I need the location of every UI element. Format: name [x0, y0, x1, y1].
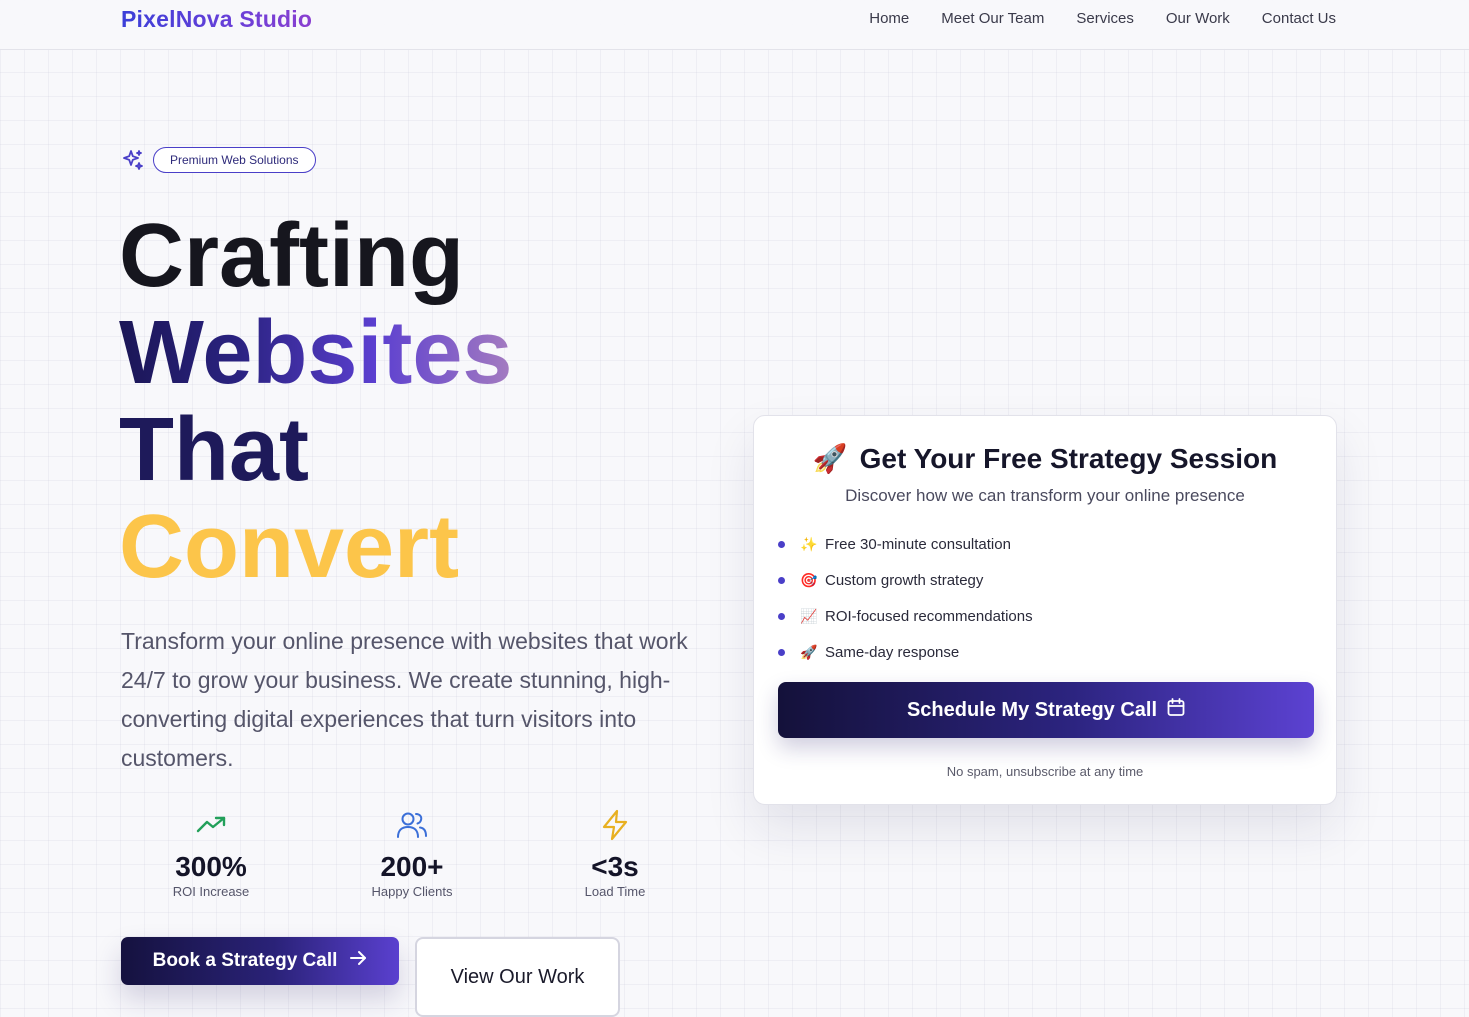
card-title-text: Get Your Free Strategy Session — [859, 442, 1278, 474]
headline-line-4: Convert — [119, 497, 460, 597]
stat-label: ROI Increase — [172, 884, 250, 899]
sparkles-icon: ✨ — [800, 535, 818, 552]
stat-value: 200+ — [380, 851, 444, 882]
sparkle-icon — [121, 148, 145, 172]
nav-contact-us[interactable]: Contact Us — [1262, 10, 1336, 28]
hero-stats: 300% ROI Increase 200+ Happy Clients <3s… — [121, 808, 681, 908]
lightning-icon — [525, 808, 705, 842]
list-item: 🚀 Same-day response — [778, 634, 1033, 670]
button-label: Book a Strategy Call — [152, 950, 338, 971]
view-our-work-button[interactable]: View Our Work — [415, 937, 620, 1017]
card-title: 🚀 Get Your Free Strategy Session — [754, 442, 1336, 475]
target-icon: 🎯 — [800, 571, 818, 588]
card-subtitle: Discover how we can transform your onlin… — [845, 486, 1245, 505]
trending-up-icon — [121, 808, 301, 842]
bullet-dot — [778, 648, 785, 656]
hero-badge-row: Premium Web Solutions — [121, 147, 316, 173]
button-label: Schedule My Strategy Call — [906, 698, 1158, 721]
no-spam-note: No spam, unsubscribe at any time — [946, 764, 1144, 779]
nav-home[interactable]: Home — [869, 10, 909, 28]
feature-text: Same-day response — [825, 643, 960, 661]
list-item: 🎯 Custom growth strategy — [778, 562, 1033, 598]
strategy-session-card: 🚀 Get Your Free Strategy Session Discove… — [753, 415, 1337, 805]
nav-services[interactable]: Services — [1076, 10, 1134, 28]
rocket-icon: 🚀 — [800, 643, 818, 660]
hero-headline: Crafting Websites That Convert — [119, 208, 513, 596]
chart-up-icon: 📈 — [800, 607, 818, 624]
list-item: 📈 ROI-focused recommendations — [778, 598, 1033, 634]
rocket-icon: 🚀 — [812, 443, 848, 474]
stat-value: 300% — [175, 851, 247, 882]
arrow-right-icon — [349, 950, 367, 972]
stat-roi: 300% ROI Increase — [121, 808, 301, 899]
headline-line-1: Crafting — [119, 206, 464, 306]
hero-subcopy: Transform your online presence with webs… — [121, 628, 688, 771]
stat-clients: 200+ Happy Clients — [322, 808, 502, 899]
headline-line-3: That — [119, 400, 309, 500]
stat-load-time: <3s Load Time — [525, 808, 705, 899]
main-nav: Home Meet Our Team Services Our Work Con… — [869, 10, 1336, 28]
list-item: ✨ Free 30-minute consultation — [778, 526, 1033, 562]
site-header: PixelNova Studio Home Meet Our Team Serv… — [0, 0, 1469, 50]
nav-our-work[interactable]: Our Work — [1166, 10, 1230, 28]
feature-text: Custom growth strategy — [825, 571, 984, 589]
feature-text: ROI-focused recommendations — [825, 607, 1033, 625]
bullet-dot — [778, 540, 785, 548]
feature-list: ✨ Free 30-minute consultation 🎯 Custom g… — [778, 526, 1033, 670]
calendar-icon — [1167, 697, 1185, 723]
stat-label: Happy Clients — [371, 884, 453, 899]
users-icon — [322, 808, 502, 842]
brand-logo[interactable]: PixelNova Studio — [121, 6, 312, 33]
premium-badge: Premium Web Solutions — [153, 147, 316, 173]
headline-line-2: Websites — [119, 303, 513, 403]
nav-meet-our-team[interactable]: Meet Our Team — [941, 10, 1044, 28]
book-strategy-call-button[interactable]: Book a Strategy Call — [121, 937, 399, 985]
bullet-dot — [778, 612, 785, 620]
bullet-dot — [778, 576, 785, 584]
feature-text: Free 30-minute consultation — [825, 535, 1011, 553]
stat-value: <3s — [591, 851, 639, 882]
schedule-strategy-call-button[interactable]: Schedule My Strategy Call — [778, 682, 1314, 738]
stat-label: Load Time — [584, 884, 646, 899]
